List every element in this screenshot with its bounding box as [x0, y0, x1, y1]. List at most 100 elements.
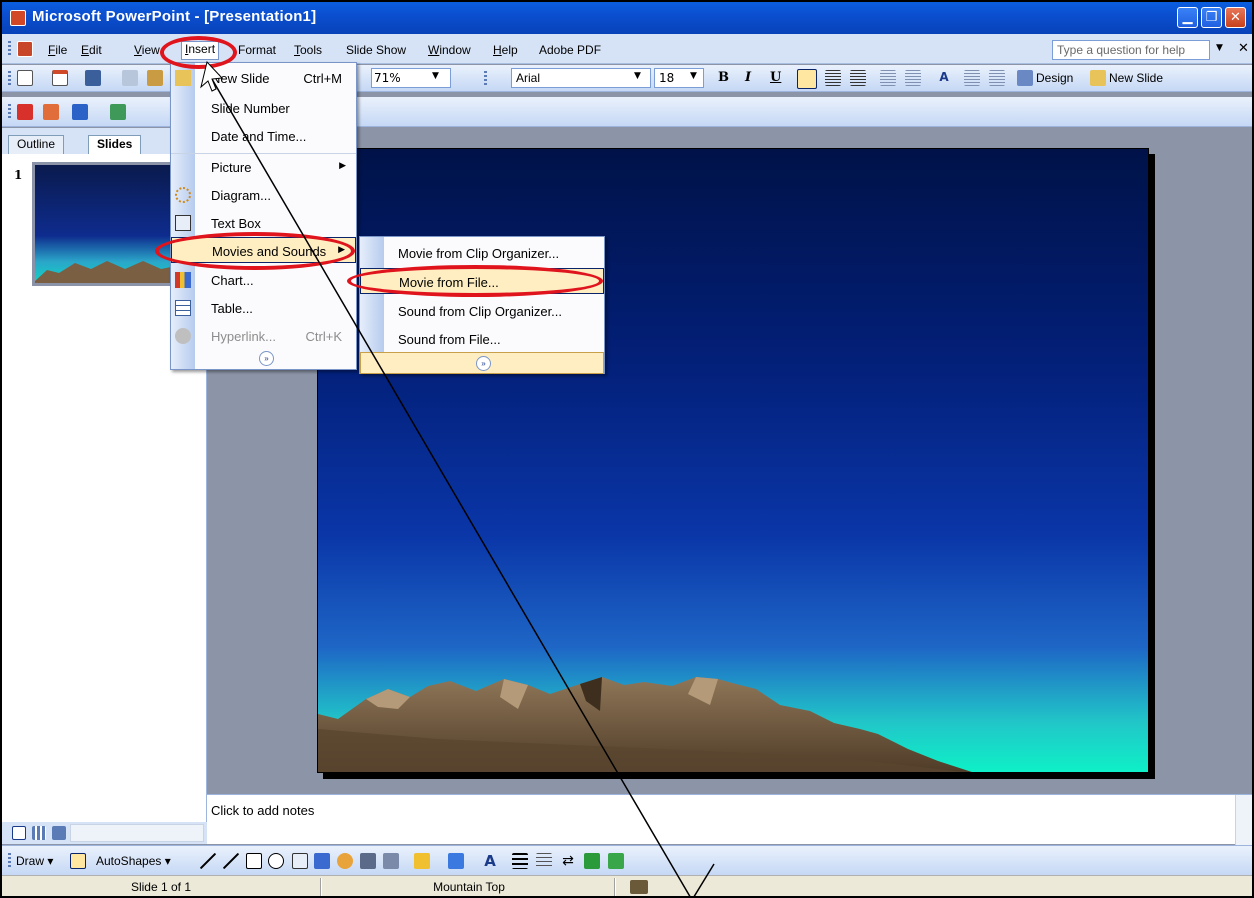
open-pdf-icon[interactable] [52, 70, 68, 86]
font-select[interactable]: Arial [511, 68, 651, 88]
italic-button[interactable]: I [745, 70, 751, 85]
3d-style-icon[interactable] [608, 853, 624, 869]
menu-item-sound-from-clip-organizer[interactable]: Sound from Clip Organizer... [360, 298, 604, 324]
slideshow-view-icon[interactable] [52, 826, 66, 840]
pdf-options-icon[interactable] [72, 104, 88, 120]
increase-indent-icon[interactable] [989, 70, 1005, 86]
align-left-icon[interactable] [797, 69, 817, 89]
normal-view-icon[interactable] [12, 826, 26, 840]
tab-slides[interactable]: Slides [88, 135, 142, 154]
help-search-input[interactable]: Type a question for help [1052, 40, 1210, 60]
autoshapes-menu-button[interactable]: AutoShapes ▾ [96, 854, 171, 868]
align-center-icon[interactable] [825, 70, 841, 86]
zoom-select[interactable]: 71% [371, 68, 451, 88]
chart-icon [175, 272, 191, 288]
menu-format[interactable]: Format [238, 43, 276, 57]
slide-number-label: 1 [14, 168, 23, 182]
restore-button[interactable]: ❐ [1201, 7, 1222, 28]
pdf-toolbar-grip[interactable] [8, 104, 11, 120]
menu-item-diagram[interactable]: Diagram... [171, 182, 356, 208]
menu-view[interactable]: View [134, 43, 160, 57]
fill-color-icon[interactable] [414, 853, 430, 869]
menu-window[interactable]: Window [428, 43, 471, 57]
dash-style-icon[interactable] [536, 853, 552, 869]
drawbar-grip[interactable] [8, 853, 11, 869]
line-style-icon[interactable] [512, 853, 528, 869]
clipart-tool-icon[interactable] [360, 853, 376, 869]
notes-scrollbar[interactable] [1235, 795, 1252, 845]
menu-help[interactable]: Help [493, 43, 518, 57]
menu-item-movie-from-clip-organizer[interactable]: Movie from Clip Organizer... [360, 240, 604, 266]
bullets-icon[interactable] [905, 70, 921, 86]
submenu-expand-row[interactable]: » [360, 352, 604, 374]
menubar-grip[interactable] [8, 41, 11, 57]
expand-submenu-icon[interactable]: » [476, 356, 491, 371]
help-dropdown-icon[interactable]: ▼ [1216, 43, 1223, 53]
toolbar-grip-format[interactable] [484, 71, 487, 87]
diagram-tool-icon[interactable] [337, 853, 353, 869]
increase-font-icon[interactable]: A [936, 70, 952, 86]
line-tool-icon[interactable] [200, 853, 216, 869]
underline-button[interactable]: U [770, 70, 781, 85]
draw-menu-button[interactable]: Draw ▾ [16, 854, 53, 868]
pdf-review-icon[interactable] [110, 104, 126, 120]
bold-button[interactable]: B [718, 70, 729, 85]
powerpoint-app-icon[interactable] [10, 10, 26, 26]
font-dropdown-icon[interactable]: ▼ [634, 71, 641, 81]
copy-icon[interactable] [122, 70, 138, 86]
menu-item-slide-number[interactable]: Slide Number [171, 95, 356, 121]
wordart-tool-icon[interactable] [314, 853, 330, 869]
notes-pane[interactable]: Click to add notes [207, 794, 1252, 845]
decrease-indent-icon[interactable] [964, 70, 980, 86]
horizontal-scrollbar[interactable] [70, 824, 204, 842]
menu-adobe-pdf[interactable]: Adobe PDF [539, 43, 601, 57]
menu-tools[interactable]: Tools [294, 43, 322, 57]
print-icon[interactable] [85, 70, 101, 86]
line-color-icon[interactable] [448, 853, 464, 869]
slide-sorter-icon[interactable] [32, 826, 46, 840]
picture-tool-icon[interactable] [383, 853, 399, 869]
menu-item-date-time[interactable]: Date and Time... [171, 123, 356, 149]
menu-slide-show[interactable]: Slide Show [346, 43, 406, 57]
spellcheck-icon[interactable] [630, 880, 648, 894]
menu-item-sound-from-file[interactable]: Sound from File... [360, 326, 604, 352]
menu-item-chart[interactable]: Chart... [171, 267, 356, 293]
textbox-tool-icon[interactable] [292, 853, 308, 869]
tab-outline[interactable]: Outline [8, 135, 65, 154]
design-icon[interactable] [1017, 70, 1033, 86]
arrow-style-icon[interactable]: ⇄ [560, 853, 576, 869]
align-right-icon[interactable] [850, 70, 866, 86]
status-design-name: Mountain Top [433, 880, 505, 894]
notes-placeholder[interactable]: Click to add notes [211, 803, 314, 818]
shadow-style-icon[interactable] [584, 853, 600, 869]
movies-and-sounds-submenu: Movie from Clip Organizer... Movie from … [359, 236, 605, 374]
new-document-icon[interactable] [17, 70, 33, 86]
close-button[interactable]: ✕ [1225, 7, 1246, 28]
size-dropdown-icon[interactable]: ▼ [690, 71, 697, 81]
select-pointer-icon[interactable] [70, 853, 86, 869]
arrow-tool-icon[interactable] [223, 853, 239, 869]
pdf-email-icon[interactable] [43, 104, 59, 120]
zoom-dropdown-icon[interactable]: ▼ [432, 71, 439, 81]
new-slide-icon[interactable] [1090, 70, 1106, 86]
numbering-icon[interactable] [880, 70, 896, 86]
document-icon[interactable] [17, 41, 33, 57]
minimize-button[interactable]: ▁ [1177, 7, 1198, 28]
menu-file[interactable]: File [48, 43, 67, 57]
rectangle-tool-icon[interactable] [246, 853, 262, 869]
toolbar-grip[interactable] [8, 71, 11, 87]
convert-to-pdf-icon[interactable] [17, 104, 33, 120]
menu-item-picture[interactable]: Picture ▶ [171, 153, 356, 179]
oval-tool-icon[interactable] [268, 853, 284, 869]
document-close-icon[interactable]: ✕ [1238, 41, 1249, 56]
expand-menu-icon[interactable]: » [259, 351, 274, 366]
status-bar: Slide 1 of 1 Mountain Top [2, 875, 1252, 896]
paste-icon[interactable] [147, 70, 163, 86]
menu-item-table[interactable]: Table... [171, 295, 356, 321]
menu-item-hyperlink: Hyperlink... Ctrl+K [171, 323, 356, 349]
font-color-icon[interactable]: A [482, 852, 498, 870]
new-slide-button[interactable]: New Slide [1109, 71, 1163, 85]
design-button[interactable]: Design [1036, 71, 1073, 85]
menu-edit[interactable]: Edit [81, 43, 102, 57]
annotation-ring-insert [160, 36, 237, 69]
